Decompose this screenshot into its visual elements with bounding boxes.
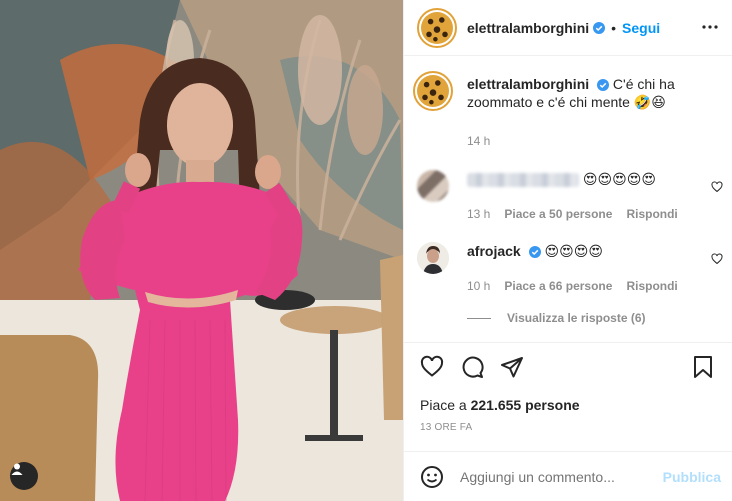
likes-count[interactable]: Piace a 221.655 persone — [420, 397, 580, 413]
reply-button[interactable]: Rispondi — [626, 279, 677, 293]
reply-button[interactable]: Rispondi — [626, 207, 677, 221]
comment-emoji: 😍 — [582, 171, 598, 187]
comment-row: 😍😍😍😍😍 — [417, 170, 717, 202]
more-options-icon[interactable] — [701, 18, 719, 36]
replies-divider-line — [467, 317, 491, 319]
post-photo-illustration — [0, 0, 403, 501]
likes-prefix: Piace a — [420, 397, 467, 413]
comments-list: elettralamborghini C'é chi ha zoommato e… — [404, 57, 732, 342]
comment-avatar-blurred[interactable] — [417, 170, 449, 202]
caption-time: 14 h — [467, 134, 491, 148]
post-timestamp: 13 ORE FA — [420, 422, 473, 433]
comment-emoji: 😍 — [544, 243, 560, 259]
comment-emoji: 😍 — [573, 243, 589, 259]
comment-emoji: 😍 — [612, 171, 627, 187]
comment-meta: 13 h Piace a 50 persone Rispondi — [467, 207, 678, 221]
comment-username-blurred[interactable] — [467, 173, 579, 188]
comment-username[interactable]: afrojack — [467, 243, 521, 259]
action-bar — [404, 342, 732, 392]
comment-meta: 10 h Piace a 66 persone Rispondi — [467, 279, 678, 293]
publish-button[interactable]: Pubblica — [663, 469, 721, 485]
caption-username[interactable]: elettralamborghini — [467, 76, 589, 92]
comment-icon[interactable] — [460, 355, 484, 379]
add-comment-bar: Pubblica — [404, 451, 732, 501]
caption-emoji-1: 🤣 — [633, 94, 652, 110]
instagram-post: elettralamborghini • Segui elettralambor… — [0, 0, 732, 501]
verified-badge-icon — [593, 21, 606, 34]
comment-time: 10 h — [467, 279, 491, 293]
comment-time: 13 h — [467, 207, 491, 221]
post-photo[interactable] — [0, 0, 403, 501]
separator: • — [611, 19, 617, 36]
comment-likes[interactable]: Piace a 50 persone — [504, 207, 612, 221]
avatar[interactable] — [417, 7, 457, 48]
comment-avatar[interactable] — [417, 242, 449, 274]
avatar-image — [421, 11, 453, 44]
comment-emoji: 😍 — [588, 243, 603, 259]
bookmark-icon[interactable] — [692, 355, 714, 379]
comment-row: afrojack 😍😍😍😍 — [417, 242, 717, 274]
caption-meta: 14 h — [467, 134, 490, 148]
comment-emoji: 😍 — [641, 171, 656, 187]
verified-badge-icon — [528, 246, 541, 259]
follow-button[interactable]: Segui — [622, 20, 660, 36]
view-replies-label: Visualizza le risposte (6) — [507, 311, 646, 325]
caption-avatar-image — [417, 75, 449, 107]
tag-button[interactable] — [10, 462, 38, 490]
post-panel: elettralamborghini • Segui elettralambor… — [403, 0, 732, 501]
view-replies-button[interactable]: Visualizza le risposte (6) — [467, 311, 646, 325]
paper-plane-icon[interactable] — [500, 355, 524, 379]
comment-likes[interactable]: Piace a 66 persone — [504, 279, 612, 293]
comment-like-heart-icon[interactable] — [711, 253, 723, 265]
post-header: elettralamborghini • Segui — [404, 0, 732, 56]
afrojack-avatar-image — [417, 242, 449, 274]
comment-emoji: 😍 — [597, 171, 613, 187]
caption-avatar[interactable] — [413, 71, 453, 111]
caption: elettralamborghini C'é chi ha zoommato e… — [413, 71, 717, 111]
header-username[interactable]: elettralamborghini — [467, 20, 589, 36]
comment-like-heart-icon[interactable] — [711, 181, 723, 193]
smiley-icon[interactable] — [420, 465, 444, 489]
likes-number[interactable]: 221.655 persone — [471, 397, 580, 413]
comment-emoji: 😍 — [626, 171, 642, 187]
heart-icon[interactable] — [420, 355, 444, 379]
comment-input[interactable] — [460, 468, 650, 485]
user-tag-icon — [11, 463, 23, 475]
verified-badge-icon — [597, 79, 610, 92]
comment-emoji: 😍 — [559, 243, 574, 259]
caption-emoji-2: 😆 — [651, 94, 666, 110]
